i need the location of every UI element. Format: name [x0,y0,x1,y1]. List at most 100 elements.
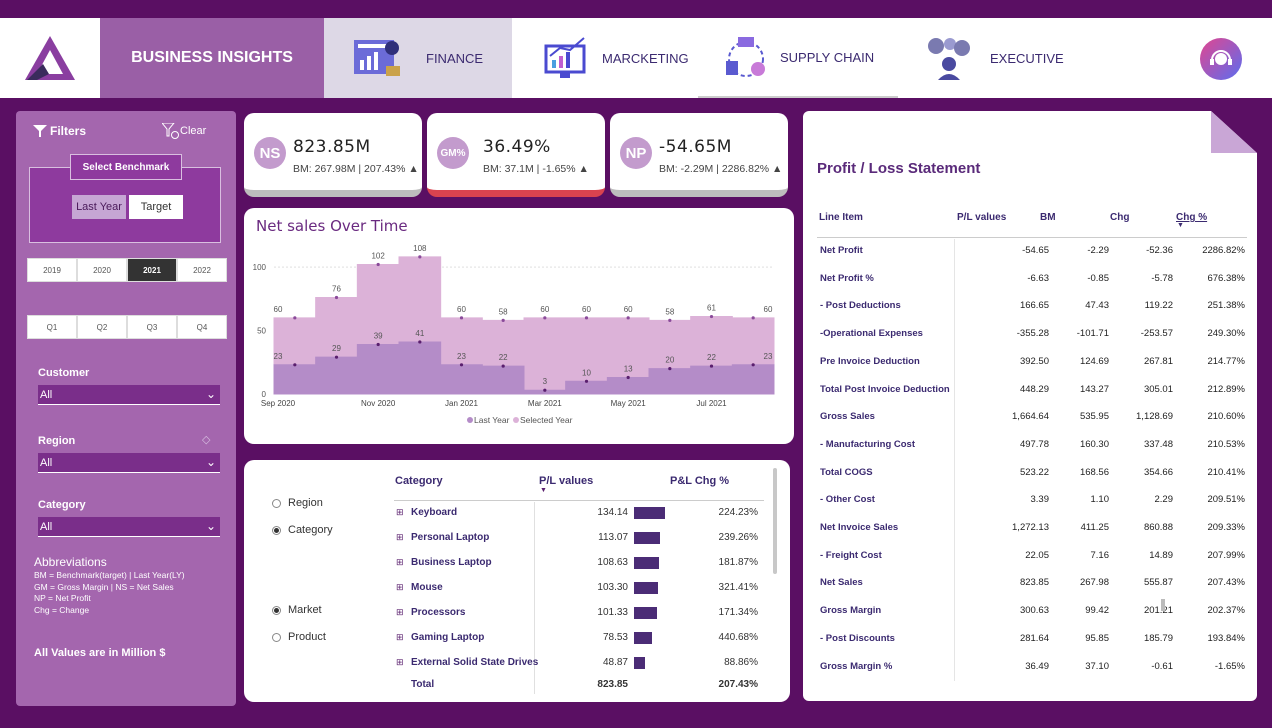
pl-value: 281.64 [1019,632,1049,644]
legend-label: Last Year [474,415,510,425]
pl-row[interactable]: Gross Margin % 36.49 37.10 -0.61 -1.65% [819,661,1255,681]
benchmark-last-year-button[interactable]: Last Year [72,195,126,219]
category-row[interactable]: ⊞ External Solid State Drives 48.87 88.86% [394,657,758,675]
quarter-q3-button[interactable]: Q3 [127,315,177,339]
pl-chg: -0.61 [1151,660,1173,672]
pl-row[interactable]: - Other Cost 3.39 1.10 2.29 209.51% [819,494,1255,514]
tab-marketing[interactable]: MARCKETING [512,18,698,98]
kpi-net-profit-card: NP -54.65M BM: -2.29M | 2286.82% ▲ [610,113,788,197]
region-dropdown[interactable]: All ⌄ [38,453,220,473]
pl-value: -6.63 [1027,272,1049,284]
quarter-q2-button[interactable]: Q2 [77,315,127,339]
tab-finance[interactable]: FINANCE [324,18,512,98]
support-avatar[interactable] [1200,38,1242,80]
pl-chg-pct: 202.37% [1207,605,1245,617]
kpi-value: 36.49% [483,137,551,157]
pl-row[interactable]: Total Post Invoice Deduction 448.29 143.27… [819,384,1255,404]
expand-icon[interactable]: ⊞ [396,632,404,643]
pl-header-values[interactable]: P/L values [957,212,1006,223]
pl-row[interactable]: Gross Sales 1,664.64 535.95 1,128.69 210.60% [819,411,1255,431]
pl-bm: 1.10 [1090,494,1110,506]
pl-chg: 354.66 [1143,466,1173,478]
data-point [668,318,672,322]
pl-value: 823.85 [1019,577,1049,589]
category-value: 134.14 [597,507,628,518]
pl-row[interactable]: Net Profit -54.65 -2.29 -52.36 2286.82% [819,245,1255,265]
year-2020-button[interactable]: 2020 [77,258,127,282]
pl-line-item: - Other Cost [820,494,875,506]
scroll-indicator[interactable] [1161,599,1165,611]
pl-line-item: -Operational Expenses [820,328,923,340]
pl-row[interactable]: - Freight Cost 22.05 7.16 14.89 207.99% [819,550,1255,570]
pl-value: 1,664.64 [1012,411,1049,423]
col-header-pl-chg[interactable]: P&L Chg % [670,475,729,487]
net-sales-chart-card: Net sales Over Time 0 50 100 23 29 39 41 23 22 3 1… [244,208,794,444]
pl-header-bm[interactable]: BM [1040,212,1056,223]
year-2022-button[interactable]: 2022 [177,258,227,282]
customer-dropdown[interactable]: All ⌄ [38,385,220,405]
tab-executive[interactable]: EXECUTIVE [898,18,1098,98]
category-row[interactable]: ⊞ Keyboard 134.14 224.23% [394,507,758,525]
category-row[interactable]: ⊞ Gaming Laptop 78.53 440.68% [394,632,758,650]
data-label: 60 [540,305,549,314]
pl-value: 36.49 [1025,660,1049,672]
pl-row[interactable]: - Post Deductions 166.65 47.43 119.22 251.38… [819,300,1255,320]
category-row[interactable]: ⊞ Mouse 103.30 321.41% [394,582,758,600]
category-bar [634,632,653,644]
pl-header-chg[interactable]: Chg [1110,212,1129,223]
pl-chg: 14.89 [1149,549,1173,561]
customer-value: All [40,389,53,401]
pl-row[interactable]: Pre Invoice Deduction 392.50 124.69 267.81 2… [819,356,1255,376]
vertical-scrollbar[interactable] [773,468,777,574]
pl-row[interactable]: -Operational Expenses -355.28 -101.71 -253.… [819,328,1255,348]
category-dropdown[interactable]: All ⌄ [38,517,220,537]
pl-row[interactable]: - Manufacturing Cost 497.78 160.30 337.48 21… [819,439,1255,459]
data-label: 23 [274,352,283,361]
expand-icon[interactable]: ⊞ [396,582,404,593]
category-value: 78.53 [602,632,628,643]
pl-row[interactable]: Gross Margin 300.63 99.42 201.21 202.37% [819,605,1255,625]
category-row[interactable]: ⊞ Processors 101.33 171.34% [394,607,758,625]
pl-value: 166.65 [1019,300,1049,312]
y-tick-label: 50 [257,327,266,336]
expand-icon[interactable]: ⊞ [396,607,404,618]
benchmark-target-button[interactable]: Target [129,195,183,219]
pl-chg: 337.48 [1143,438,1173,450]
category-row[interactable]: ⊞ Personal Laptop 113.07 239.26% [394,532,758,550]
expand-icon[interactable]: ⊞ [396,507,404,518]
radio-category[interactable]: Category [272,524,333,536]
year-2021-button[interactable]: 2021 [127,258,177,282]
category-name: Gaming Laptop [411,632,485,643]
pl-row[interactable]: Net Sales 823.85 267.98 555.87 207.43% [819,577,1255,597]
pl-header-line-item[interactable]: Line Item [819,212,863,223]
expand-icon[interactable]: ⊞ [396,557,404,568]
pl-row[interactable]: - Post Discounts 281.64 95.85 185.79 193.84% [819,633,1255,653]
data-point [334,355,339,359]
data-label: 39 [374,331,383,340]
abbreviations-list: BM = Benchmark(target) | Last Year(LY) G… [34,570,185,616]
pl-row[interactable]: Net Profit % -6.63 -0.85 -5.78 676.38% [819,273,1255,293]
region-label: Region [38,435,76,447]
radio-product[interactable]: Product [272,631,326,643]
quarter-q1-button[interactable]: Q1 [27,315,77,339]
category-row[interactable]: ⊞ Business Laptop 108.63 181.87% [394,557,758,575]
year-2019-button[interactable]: 2019 [27,258,77,282]
pl-row[interactable]: Net Invoice Sales 1,272.13 411.25 860.88 209… [819,522,1255,542]
x-tick-label: Mar 2021 [528,399,562,408]
pl-bm: 160.30 [1079,438,1109,450]
tab-supply-chain[interactable]: SUPPLY CHAIN [698,18,898,98]
quarter-q4-button[interactable]: Q4 [177,315,227,339]
eraser-icon[interactable]: ◇ [202,433,210,446]
col-header-category[interactable]: Category [395,475,443,487]
radio-market[interactable]: Market [272,604,322,616]
pl-chg-pct: 207.99% [1207,549,1245,561]
col-header-pl-values[interactable]: P/L values [539,475,593,487]
expand-icon[interactable]: ⊞ [396,657,404,668]
expand-icon[interactable]: ⊞ [396,532,404,543]
sort-desc-icon: ▼ [540,487,547,494]
pl-line-item: - Freight Cost [820,549,882,561]
clear-button[interactable]: Clear [162,123,206,139]
pl-row[interactable]: Total COGS 523.22 168.56 354.66 210.41% [819,467,1255,487]
pl-chg: -52.36 [1146,245,1173,256]
radio-region[interactable]: Region [272,497,323,509]
